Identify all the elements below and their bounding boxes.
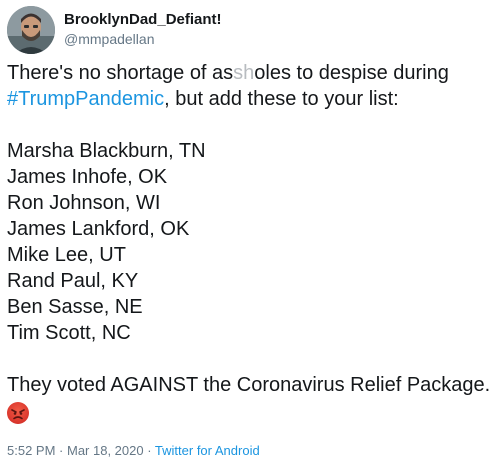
tweet-closing-line: They voted AGAINST the Coronavirus Relie… — [7, 374, 491, 396]
avatar[interactable] — [7, 6, 55, 54]
tweet-intro-line-2: #TrumpPandemic, but add these to your li… — [7, 86, 495, 112]
tweet-source-link[interactable]: Twitter for Android — [155, 443, 260, 458]
avatar-photo-icon — [7, 6, 55, 54]
list-item: James Inhofe, OK — [7, 166, 168, 188]
user-handle[interactable]: @mmpadellan — [64, 30, 222, 48]
list-item: Mike Lee, UT — [7, 244, 126, 266]
list-item: Marsha Blackburn, TN — [7, 140, 206, 162]
tweet-intro-before: There's no shortage of as — [7, 62, 234, 84]
tweet-intro-after: oles to despise during — [254, 62, 449, 84]
angry-face-emoji-icon — [7, 401, 29, 424]
list-item: Rand Paul, KY — [7, 270, 139, 292]
tweet-card: BrooklynDad_Defiant! @mmpadellan There's… — [0, 0, 500, 463]
senator-list: Marsha Blackburn, TN James Inhofe, OK Ro… — [7, 138, 495, 346]
user-names: BrooklynDad_Defiant! @mmpadellan — [64, 10, 222, 48]
tweet-intro-line: There's no shortage of assholes to despi… — [7, 60, 495, 86]
tweet-intro-obscured: sh — [233, 62, 255, 84]
tweet-text: There's no shortage of assholes to despi… — [7, 60, 495, 424]
tweet-header: BrooklynDad_Defiant! @mmpadellan — [7, 6, 222, 54]
list-item: Ben Sasse, NE — [7, 296, 143, 318]
meta-separator: · — [55, 443, 67, 458]
list-item: James Lankford, OK — [7, 218, 190, 240]
tweet-intro-line-2-text: , but add these to your list: — [164, 88, 399, 110]
tweet-time[interactable]: 5:52 PM — [7, 443, 55, 458]
meta-separator: · — [143, 443, 155, 458]
list-item: Tim Scott, NC — [7, 322, 131, 344]
hashtag-link[interactable]: #TrumpPandemic — [7, 88, 164, 110]
tweet-date[interactable]: Mar 18, 2020 — [67, 443, 144, 458]
list-item: Ron Johnson, WI — [7, 192, 161, 214]
tweet-meta: 5:52 PM · Mar 18, 2020 · Twitter for And… — [7, 443, 260, 459]
display-name[interactable]: BrooklynDad_Defiant! — [64, 10, 222, 30]
